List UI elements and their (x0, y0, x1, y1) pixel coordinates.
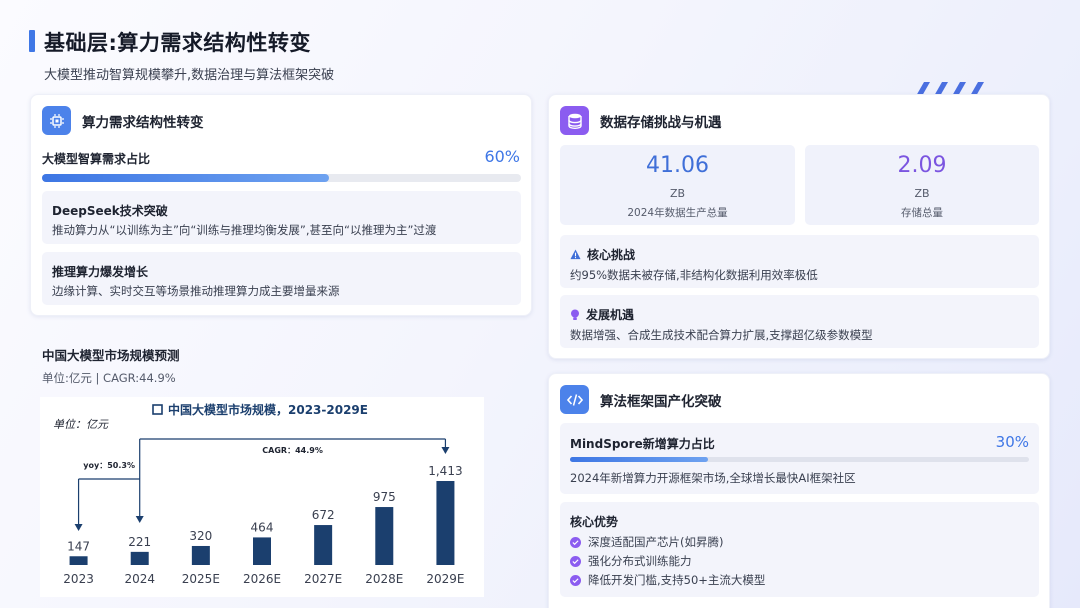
database-icon (560, 106, 589, 135)
x-tick-label: 2028E (365, 572, 403, 586)
yoy-annotation: yoy：50.3% (83, 461, 135, 470)
storage-card: 数据存储挑战与机遇 41.06 ZB 2024年数据生产总量 2.09 ZB 存… (548, 94, 1050, 359)
arrowhead-icon (441, 447, 450, 454)
list-item: 降低开发门槛,支持50+主流大模型 (570, 572, 765, 588)
compute-demand-card: 算力需求结构性转变 大模型智算需求占比 60% DeepSeek技术突破 推动算… (30, 94, 532, 316)
check-icon (570, 574, 581, 586)
metric-value: 60% (484, 147, 520, 166)
x-tick-label: 2026E (243, 572, 281, 586)
bar-value-label: 221 (128, 535, 151, 549)
market-subtitle: 单位:亿元 | CAGR:44.9% (42, 371, 176, 385)
stat-tile: 2.09 ZB 存储总量 (805, 145, 1039, 225)
card-title: 数据存储挑战与机遇 (600, 114, 722, 131)
bar-value-label: 464 (251, 520, 274, 534)
chip-icon (42, 106, 71, 135)
x-tick-label: 2023 (63, 572, 94, 586)
challenge-box: 核心挑战 约95%数据未被存储,非结构化数据利用效率极低 (560, 235, 1039, 288)
challenge-desc: 约95%数据未被存储,非结构化数据利用效率极低 (570, 268, 818, 282)
stat-value: 2.09 (897, 153, 947, 178)
market-title: 中国大模型市场规模预测 (42, 348, 180, 363)
market-chart: 中国大模型市场规模，2023-2029E 单位：亿元 yoy：50.3% CAGR… (40, 397, 484, 597)
arrowhead-icon (74, 524, 83, 531)
chart-bar (253, 537, 271, 565)
bar-value-label: 320 (189, 529, 212, 543)
advantages-box: 核心优势 深度适配国产芯片(如昇腾) 强化分布式训练能力 降低开发门槛,支持50… (560, 502, 1039, 597)
progress-bar-fill (570, 457, 708, 462)
opportunity-desc: 数据增强、合成生成技术配合算力扩展,支撑超亿级参数模型 (570, 328, 873, 342)
x-tick-label: 2027E (304, 572, 342, 586)
x-tick-label: 2024 (124, 572, 155, 586)
list-item: 深度适配国产芯片(如昇腾) (570, 534, 723, 550)
opportunity-title: 发展机遇 (586, 308, 635, 322)
bar-chart-svg: 中国大模型市场规模，2023-2029E 单位：亿元 yoy：50.3% CAGR… (53, 402, 464, 586)
stat-value: 41.06 (646, 153, 709, 178)
item-title: 推理算力爆发增长 (52, 265, 149, 279)
chart-bar (436, 481, 455, 565)
chart-bar (130, 551, 149, 565)
progress-bar (42, 174, 521, 182)
list-item: DeepSeek技术突破 推动算力从“以训练为主”向“训练与推理均衡发展”,甚至… (42, 191, 521, 244)
page-title: 基础层:算力需求结构性转变 (44, 31, 311, 55)
chart-bar (191, 545, 210, 565)
bar-value-label: 975 (373, 490, 396, 504)
advantage-text: 深度适配国产芯片(如昇腾) (588, 535, 724, 549)
progress-bar-fill (42, 174, 330, 182)
item-desc: 推动算力从“以训练为主”向“训练与推理均衡发展”,甚至向“以推理为主”过渡 (52, 223, 437, 237)
list-item: 推理算力爆发增长 边缘计算、实时交互等场景推动推理算力成主要增量来源 (42, 252, 521, 305)
lightbulb-icon (571, 309, 579, 320)
bar-value-label: 1,413 (428, 464, 462, 478)
stat-unit: ZB (914, 187, 930, 200)
item-title: DeepSeek技术突破 (52, 204, 168, 218)
check-icon (570, 555, 581, 567)
metric-label: 大模型智算需求占比 (42, 152, 151, 166)
item-desc: 边缘计算、实时交互等场景推动推理算力成主要增量来源 (52, 284, 340, 298)
advantages-title: 核心优势 (570, 515, 619, 529)
advantage-text: 降低开发门槛,支持50+主流大模型 (588, 573, 766, 587)
chart-bars: 147 2023 221 2024 320 2025E 464 2026E 672 2027E 97… (63, 464, 464, 586)
chart-bar (375, 507, 394, 565)
title-accent-bar (29, 30, 35, 52)
code-icon (560, 385, 589, 414)
chart-bar (69, 556, 88, 565)
x-tick-label: 2029E (426, 572, 464, 586)
stat-caption: 2024年数据生产总量 (627, 207, 728, 219)
list-item: 强化分布式训练能力 (570, 553, 692, 569)
challenge-title: 核心挑战 (587, 248, 636, 262)
check-icon (570, 536, 581, 548)
metric-label: MindSpore新增算力占比 (570, 437, 715, 451)
arrowhead-icon (135, 516, 144, 523)
chart-title-marker-icon (152, 404, 163, 415)
cagr-annotation: CAGR：44.9% (262, 446, 323, 455)
stat-caption: 存储总量 (901, 207, 943, 219)
bar-value-label: 672 (312, 508, 335, 522)
advantage-text: 强化分布式训练能力 (588, 554, 692, 568)
metric-value: 30% (995, 433, 1029, 451)
warning-icon (570, 249, 581, 260)
bar-value-label: 147 (67, 539, 90, 553)
page-subtitle: 大模型推动智算规模攀升,数据治理与算法框架突破 (44, 68, 335, 83)
card-title: 算法框架国产化突破 (600, 393, 722, 410)
progress-bar (570, 457, 1029, 462)
algorithm-card: 算法框架国产化突破 MindSpore新增算力占比 30% 2024年新增算力开… (548, 373, 1050, 608)
opportunity-box: 发展机遇 数据增强、合成生成技术配合算力扩展,支撑超亿级参数模型 (560, 295, 1039, 348)
chart-unit-label: 单位：亿元 (53, 418, 109, 431)
stat-unit: ZB (669, 187, 686, 200)
x-tick-label: 2025E (182, 572, 220, 586)
chart-title: 中国大模型市场规模，2023-2029E (168, 402, 368, 417)
chart-bar (314, 525, 333, 565)
metric-desc: 2024年新增算力开源框架市场,全球增长最快AI框架社区 (570, 471, 856, 485)
stat-tile: 41.06 ZB 2024年数据生产总量 (560, 145, 795, 225)
card-title: 算力需求结构性转变 (82, 114, 204, 131)
metric-box: MindSpore新增算力占比 30% 2024年新增算力开源框架市场,全球增长… (560, 423, 1039, 494)
